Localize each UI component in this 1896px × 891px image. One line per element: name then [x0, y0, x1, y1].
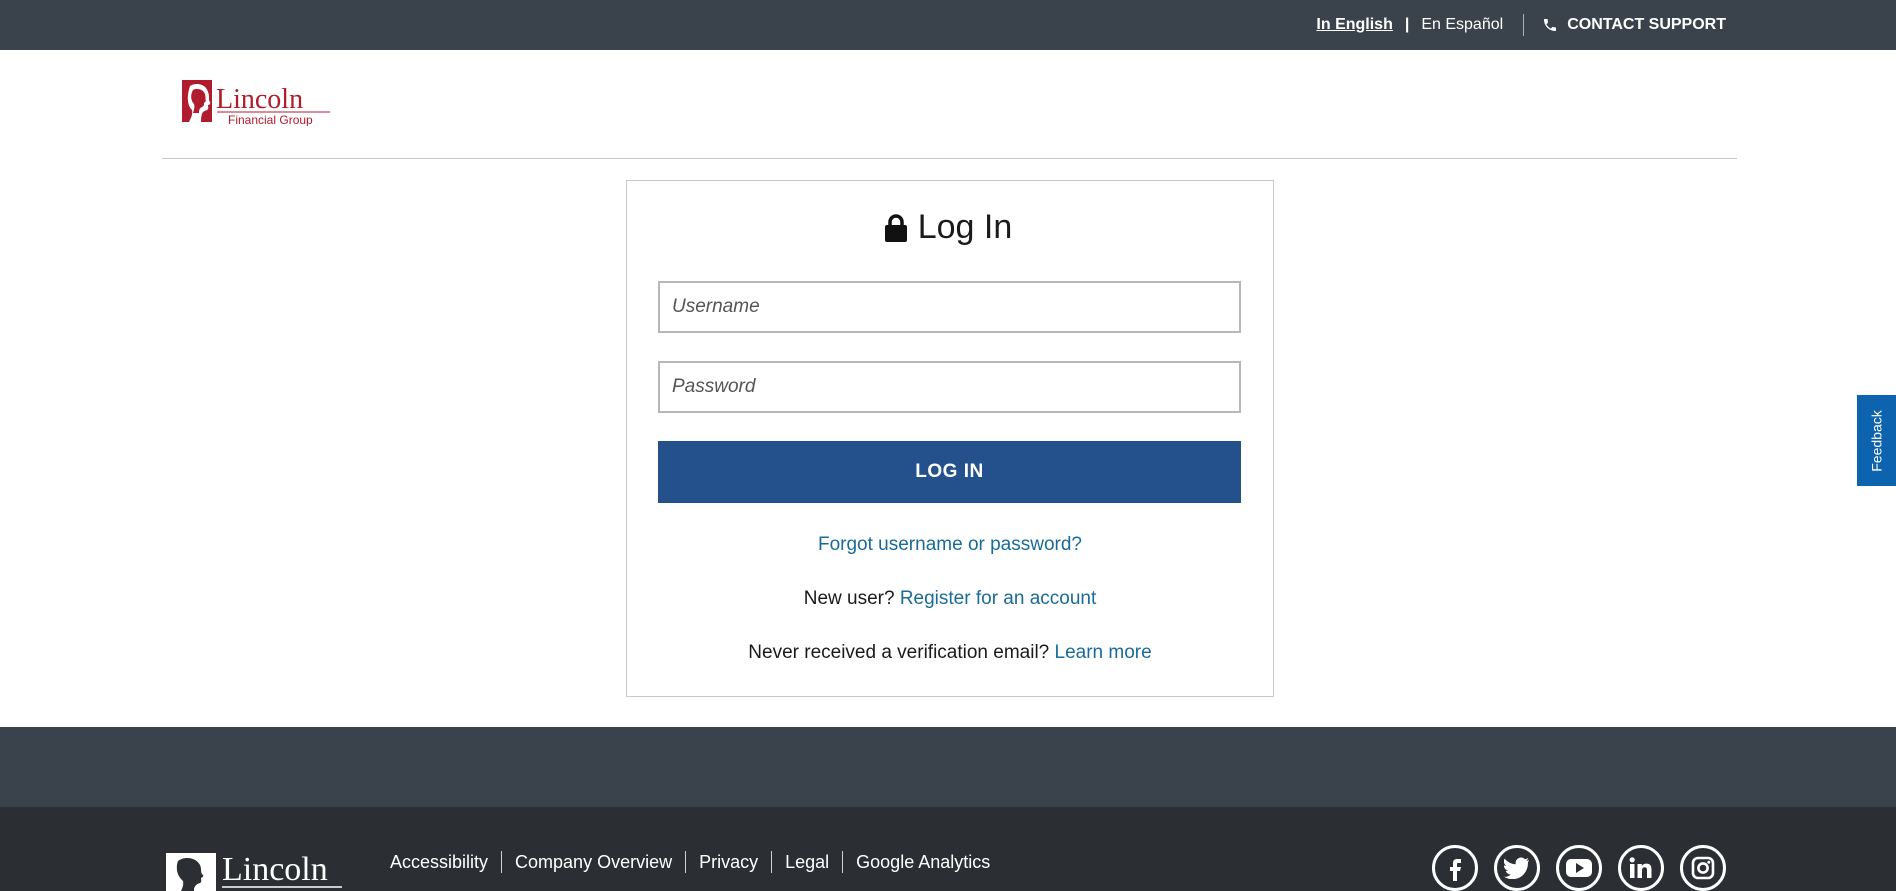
forgot-line: Forgot username or password? [626, 534, 1274, 556]
youtube-icon[interactable] [1556, 845, 1602, 891]
login-button[interactable]: LOG IN [658, 441, 1241, 503]
login-card [626, 180, 1274, 697]
new-user-text: New user? [803, 588, 895, 609]
verification-text: Never received a verification email? [748, 642, 1050, 663]
learn-more-link[interactable]: Learn more [1055, 642, 1152, 663]
footer-link-company-overview[interactable]: Company Overview [502, 851, 687, 873]
top-bar-links: In English | En Español CONTACT SUPPORT [1316, 0, 1726, 50]
footer-wordmark: Lincoln [222, 851, 328, 888]
contact-support-label: CONTACT SUPPORT [1567, 16, 1726, 33]
new-user-line: New user? Register for an account [626, 588, 1274, 610]
register-link[interactable]: Register for an account [900, 588, 1096, 609]
footer-band [0, 727, 1896, 807]
footer-link-privacy[interactable]: Privacy [686, 851, 773, 873]
verification-line: Never received a verification email? Lea… [626, 642, 1274, 664]
instagram-icon[interactable] [1680, 845, 1726, 891]
twitter-icon[interactable] [1494, 845, 1540, 891]
phone-icon [1544, 19, 1557, 31]
language-spanish-link[interactable]: En Español [1421, 16, 1503, 34]
language-separator: | [1404, 16, 1410, 33]
lincoln-silhouette-icon [182, 80, 212, 122]
topbar-divider [1523, 14, 1525, 36]
footer-logo[interactable]: Lincoln [166, 849, 346, 891]
forgot-credentials-link[interactable]: Forgot username or password? [818, 534, 1082, 555]
header-divider [162, 158, 1737, 159]
facebook-icon[interactable] [1432, 845, 1478, 891]
lock-icon [884, 213, 907, 242]
top-bar: In English | En Español CONTACT SUPPORT [0, 0, 1896, 50]
footer-link-legal[interactable]: Legal [772, 851, 844, 873]
login-heading: Log In [0, 208, 1896, 252]
password-input[interactable] [658, 361, 1241, 413]
contact-support-link[interactable]: CONTACT SUPPORT [1542, 16, 1726, 34]
username-input[interactable] [658, 281, 1241, 333]
lincoln-logo[interactable]: Lincoln Financial Group [180, 78, 340, 127]
footer-silhouette-icon [166, 853, 216, 891]
footer-links: Accessibility Company Overview Privacy L… [378, 851, 1003, 873]
logo-subtitle: Financial Group [228, 113, 313, 126]
feedback-label: Feedback [1868, 409, 1885, 472]
linkedin-icon[interactable] [1618, 845, 1664, 891]
logo-wordmark: Lincoln [216, 84, 303, 115]
login-title: Log In [917, 208, 1013, 246]
footer-link-accessibility[interactable]: Accessibility [378, 851, 503, 873]
language-english-link[interactable]: In English [1316, 16, 1392, 34]
social-links [1432, 845, 1742, 891]
feedback-tab[interactable]: Feedback [1857, 395, 1896, 486]
footer-link-google-analytics[interactable]: Google Analytics [843, 851, 1003, 873]
